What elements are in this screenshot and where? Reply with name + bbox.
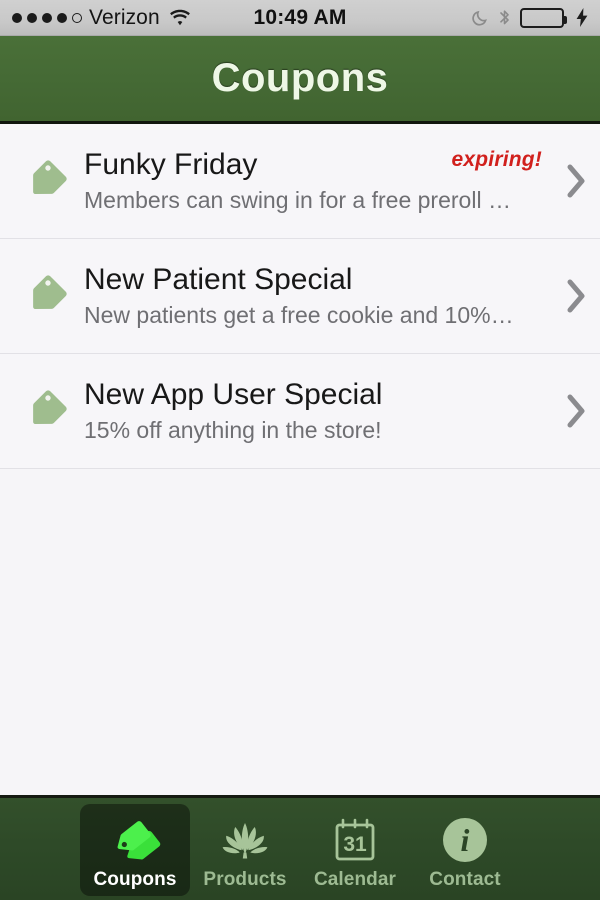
list-item[interactable]: Funky Friday Members can swing in for a …	[0, 124, 600, 239]
chevron-right-icon[interactable]	[550, 164, 586, 198]
leaf-icon	[218, 812, 272, 868]
status-bar-right	[472, 7, 588, 28]
list-item-text: New App User Special 15% off anything in…	[74, 379, 550, 444]
status-bar: Verizon 10:49 AM	[0, 0, 600, 36]
bluetooth-icon	[498, 8, 511, 27]
signal-strength-dots	[12, 12, 82, 23]
list-item-subtitle: Members can swing in for a free preroll …	[84, 188, 511, 214]
status-badge: expiring!	[451, 148, 542, 171]
calendar-day-number: 31	[343, 833, 367, 856]
app-screen: Verizon 10:49 AM Coupons Funky Friday Me…	[0, 0, 600, 900]
nav-header: Coupons	[0, 36, 600, 124]
status-bar-left: Verizon	[12, 6, 191, 30]
tag-icon	[108, 812, 162, 868]
coupon-list: Funky Friday Members can swing in for a …	[0, 124, 600, 469]
page-title: Coupons	[211, 56, 389, 100]
lightning-bolt-icon	[576, 8, 588, 27]
tab-label: Calendar	[313, 868, 397, 890]
chevron-right-icon[interactable]	[550, 394, 586, 428]
tag-icon	[18, 388, 74, 434]
calendar-icon: 31	[330, 812, 380, 868]
tab-bar: Coupons Products 31 Calendar i Contact	[0, 795, 600, 900]
list-item-subtitle: New patients get a free cookie and 10%…	[84, 303, 514, 329]
list-item[interactable]: New Patient Special New patients get a f…	[0, 239, 600, 354]
list-item-title: New Patient Special	[84, 263, 353, 296]
signal-dot-3	[42, 12, 52, 23]
signal-dot-4	[57, 12, 67, 23]
list-item-text: New Patient Special New patients get a f…	[74, 264, 550, 329]
moon-do-not-disturb-icon	[472, 9, 489, 26]
tab-label: Coupons	[93, 868, 177, 890]
list-item-title: New App User Special	[84, 378, 383, 411]
tab-label: Products	[203, 868, 287, 890]
tab-contact[interactable]: i Contact	[410, 804, 520, 896]
tab-label: Contact	[429, 868, 501, 890]
wifi-icon	[169, 9, 191, 26]
tag-icon	[18, 273, 74, 319]
chevron-right-icon[interactable]	[550, 279, 586, 313]
svg-text:i: i	[461, 822, 470, 858]
info-icon: i	[439, 812, 491, 868]
coupon-list-scroll-area[interactable]: Funky Friday Members can swing in for a …	[0, 124, 600, 795]
signal-dot-2	[27, 12, 37, 23]
list-item-subtitle: 15% off anything in the store!	[84, 418, 382, 444]
list-item[interactable]: New App User Special 15% off anything in…	[0, 354, 600, 469]
tab-coupons[interactable]: Coupons	[80, 804, 190, 896]
signal-dot-1	[12, 12, 22, 23]
tag-icon	[18, 158, 74, 204]
carrier-label: Verizon	[89, 5, 160, 29]
signal-dot-5	[72, 12, 82, 23]
tab-calendar[interactable]: 31 Calendar	[300, 804, 410, 896]
battery-full-icon	[520, 7, 567, 28]
tab-products[interactable]: Products	[190, 804, 300, 896]
